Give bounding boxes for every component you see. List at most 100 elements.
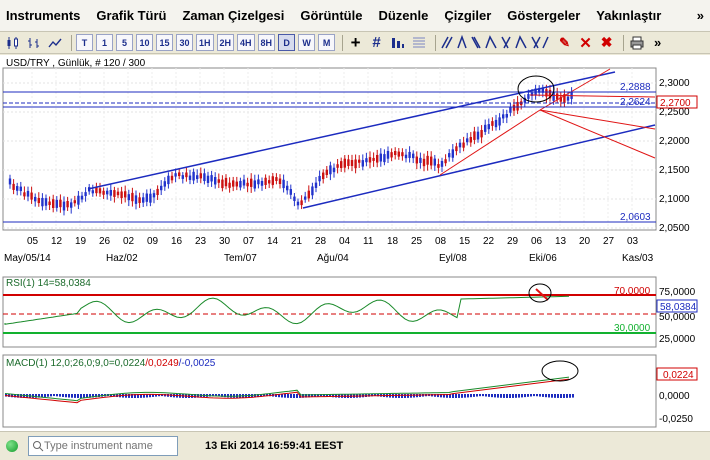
chart-area[interactable]: 2,2888 2,2624 2,0603 USD/TRY , Günlük, #…: [0, 55, 710, 431]
crosshair-icon[interactable]: +: [347, 33, 364, 52]
candle-body: [325, 169, 328, 175]
time-axis-day-label: 06: [531, 236, 543, 247]
price-axis-label: 2,3000: [659, 78, 690, 89]
macd-histogram-bar: [533, 394, 535, 397]
candle-body: [188, 175, 192, 180]
macd-histogram-bar: [536, 394, 538, 397]
candle-body: [390, 152, 393, 158]
time-axis-day-label: 26: [99, 236, 111, 247]
candle-body: [282, 179, 285, 189]
menu-zoom[interactable]: Yakınlaştır: [596, 8, 661, 23]
time-axis-day-label: 07: [243, 236, 255, 247]
macd-histogram-bar: [404, 394, 406, 398]
price-axis-label: 2,2000: [659, 136, 690, 147]
rsi-panel[interactable]: RSI(1) 14=58,0384 70,0000 30,0000 75,000…: [2, 276, 698, 348]
menu-indicators[interactable]: Göstergeler: [507, 8, 580, 23]
timeframe-15m-button[interactable]: 15: [156, 34, 173, 51]
tools-icon[interactable]: [389, 34, 406, 51]
candle-body: [178, 172, 181, 177]
menu-instruments[interactable]: Instruments: [6, 8, 80, 23]
menu-edit[interactable]: Düzenle: [378, 8, 428, 23]
more-icon[interactable]: »: [649, 34, 666, 51]
macd-label: MACD(1) 12,0;26,0;9,0=0,0224/0,0249/-0,0…: [6, 358, 216, 369]
candle-body: [408, 151, 411, 158]
delete-icon[interactable]: ✕: [577, 34, 594, 52]
candle-body: [444, 159, 447, 164]
price-panel[interactable]: 2,2888 2,2624 2,0603 USD/TRY , Günlük, #…: [2, 58, 698, 264]
candle-body: [264, 177, 267, 186]
timeframe-30m-button[interactable]: 30: [176, 34, 193, 51]
menu-more-icon[interactable]: »: [697, 8, 704, 23]
time-axis-month-label: Eki/06: [529, 253, 557, 264]
status-bar: 13 Eki 2014 16:59:41 EEST: [0, 431, 710, 460]
time-axis-day-label: 08: [435, 236, 447, 247]
timeframe-tick-button[interactable]: T: [76, 34, 93, 51]
timeframe-monthly-button[interactable]: M: [318, 34, 336, 51]
macd-histogram-bar: [47, 394, 49, 397]
time-axis-day-label: 09: [147, 236, 159, 247]
candle-body: [34, 196, 37, 202]
macd-histogram-bar: [482, 394, 484, 397]
timeframe-weekly-button[interactable]: W: [298, 34, 316, 51]
candle-body: [412, 153, 415, 159]
timeframe-5m-button[interactable]: 5: [116, 34, 133, 51]
resistance-level-label: 2,2888: [620, 82, 651, 93]
candle-body: [37, 197, 40, 204]
macd-label-signal: /0,0249: [145, 358, 179, 369]
bar-chart-icon[interactable]: [25, 34, 42, 51]
macd-panel[interactable]: MACD(1) 12,0;26,0;9,0=0,0224/0,0249/-0,0…: [2, 354, 698, 428]
macd-histogram-bar: [407, 394, 409, 398]
timeframe-10m-button[interactable]: 10: [136, 34, 153, 51]
timeframe-1h-button[interactable]: 1H: [196, 34, 214, 51]
macd-histogram-bar: [524, 394, 526, 398]
menu-timeframe[interactable]: Zaman Çizelgesi: [182, 8, 284, 23]
macd-histogram-bar: [401, 394, 403, 398]
candle-body: [440, 160, 444, 167]
candle-body: [84, 192, 87, 197]
time-axis-month-label: Tem/07: [224, 253, 257, 264]
candle-body: [174, 173, 177, 177]
grid-icon[interactable]: #: [368, 34, 385, 51]
macd-histogram-bar: [566, 394, 568, 398]
menu-chart-type[interactable]: Grafik Türü: [96, 8, 166, 23]
candle-body: [340, 161, 343, 169]
timeframe-daily-button[interactable]: D: [278, 34, 296, 51]
timeframe-8h-button[interactable]: 8H: [257, 34, 276, 51]
instrument-search-input[interactable]: [44, 440, 172, 452]
candle-body: [566, 96, 570, 101]
time-axis-day-label: 18: [387, 236, 399, 247]
candle-body: [224, 177, 228, 187]
candle-body: [372, 157, 375, 161]
eraser-icon[interactable]: ✎: [556, 34, 573, 51]
search-icon: [33, 441, 44, 452]
timeframe-2h-button[interactable]: 2H: [216, 34, 235, 51]
candle-body: [8, 178, 12, 185]
candle-body: [127, 194, 130, 201]
candle-body: [300, 200, 303, 206]
instrument-search-box[interactable]: [28, 436, 178, 456]
macd-axis-neg: -0,0250: [659, 414, 693, 425]
rsi-axis-75: 75,0000: [659, 287, 696, 298]
fibonacci-icon[interactable]: [410, 34, 427, 51]
candle-body: [250, 178, 253, 187]
candle-chart-icon[interactable]: [4, 34, 21, 51]
print-icon[interactable]: [628, 34, 645, 51]
candle-body: [332, 167, 336, 173]
macd-histogram-bar: [413, 394, 415, 398]
timeframe-1m-button[interactable]: 1: [96, 34, 113, 51]
candle-body: [484, 124, 487, 132]
candle-body: [304, 196, 307, 200]
candle-body: [289, 189, 292, 195]
macd-histogram-bar: [74, 394, 76, 398]
candle-body: [102, 190, 105, 195]
pencil-icon[interactable]: [440, 34, 552, 51]
trading-platform-window: Instruments Grafik Türü Zaman Çizelgesi …: [0, 0, 710, 460]
menu-view[interactable]: Görüntüle: [300, 8, 362, 23]
candle-body: [163, 181, 166, 187]
time-axis-day-label: 03: [627, 236, 639, 247]
candle-body: [134, 195, 138, 204]
line-chart-icon[interactable]: [46, 34, 63, 51]
menu-lines[interactable]: Çizgiler: [444, 8, 491, 23]
delete-all-icon[interactable]: ✖: [598, 34, 615, 51]
timeframe-4h-button[interactable]: 4H: [237, 34, 255, 51]
